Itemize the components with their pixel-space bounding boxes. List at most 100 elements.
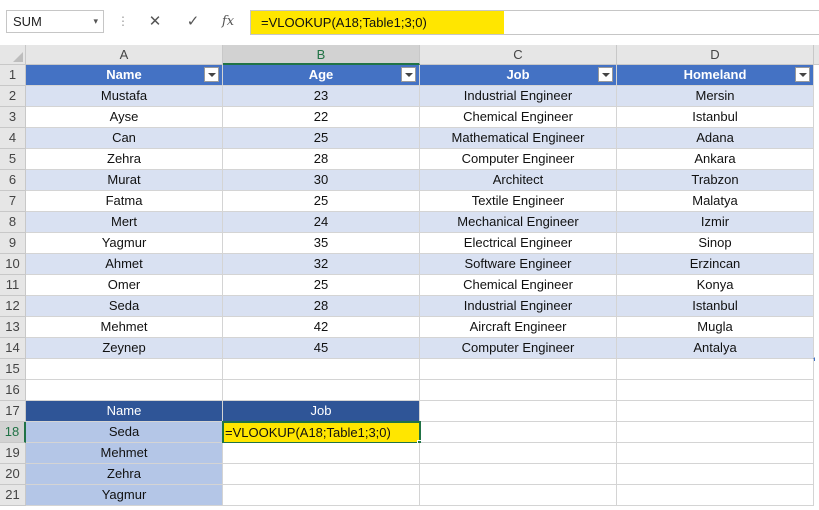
table-cell[interactable]: 22 — [223, 107, 420, 128]
filter-dropdown-icon[interactable] — [598, 67, 613, 82]
row-header[interactable]: 1 — [0, 65, 26, 86]
table-cell[interactable]: Yagmur — [26, 233, 223, 254]
table-cell[interactable]: Textile Engineer — [420, 191, 617, 212]
row-header[interactable]: 20 — [0, 464, 26, 485]
empty-cell[interactable] — [223, 359, 420, 380]
table-cell[interactable]: Industrial Engineer — [420, 86, 617, 107]
table-cell[interactable]: 45 — [223, 338, 420, 359]
active-cell[interactable]: =VLOOKUP(A18;Table1;3;0) — [222, 421, 421, 444]
table-cell[interactable]: 32 — [223, 254, 420, 275]
table-cell[interactable]: 24 — [223, 212, 420, 233]
empty-cell[interactable] — [223, 485, 420, 506]
cancel-icon[interactable]: ✕ — [145, 12, 165, 32]
table-cell[interactable]: Software Engineer — [420, 254, 617, 275]
name-box-dropdown-icon[interactable]: ▾ — [93, 11, 98, 32]
table-cell[interactable]: 35 — [223, 233, 420, 254]
table-cell[interactable]: Aircraft Engineer — [420, 317, 617, 338]
table-cell[interactable]: Industrial Engineer — [420, 296, 617, 317]
empty-cell[interactable] — [617, 359, 814, 380]
table-cell[interactable]: Can — [26, 128, 223, 149]
table-header-homeland[interactable]: Homeland — [617, 65, 814, 86]
row-header[interactable]: 2 — [0, 86, 26, 107]
row-header[interactable]: 9 — [0, 233, 26, 254]
lookup-header-job[interactable]: Job — [223, 401, 420, 422]
row-header[interactable]: 16 — [0, 380, 26, 401]
row-header[interactable]: 10 — [0, 254, 26, 275]
lookup-name-cell[interactable]: Seda — [26, 422, 223, 443]
filter-dropdown-icon[interactable] — [795, 67, 810, 82]
enter-icon[interactable]: ✓ — [183, 12, 203, 32]
table-cell[interactable]: 25 — [223, 128, 420, 149]
row-header[interactable]: 8 — [0, 212, 26, 233]
row-header[interactable]: 3 — [0, 107, 26, 128]
empty-cell[interactable] — [26, 359, 223, 380]
empty-cell[interactable] — [420, 464, 617, 485]
table-header-job[interactable]: Job — [420, 65, 617, 86]
row-header[interactable]: 13 — [0, 317, 26, 338]
lookup-name-cell[interactable]: Yagmur — [26, 485, 223, 506]
column-header-c[interactable]: C — [420, 45, 617, 65]
empty-cell[interactable] — [223, 443, 420, 464]
empty-cell[interactable] — [420, 359, 617, 380]
table-cell[interactable]: Seda — [26, 296, 223, 317]
row-header[interactable]: 5 — [0, 149, 26, 170]
table-header-name[interactable]: Name — [26, 65, 223, 86]
more-options-icon[interactable]: ⋮ — [117, 13, 129, 29]
table-cell[interactable]: 42 — [223, 317, 420, 338]
table-cell[interactable]: Mugla — [617, 317, 814, 338]
table-cell[interactable]: Trabzon — [617, 170, 814, 191]
table-cell[interactable]: Omer — [26, 275, 223, 296]
column-header-e[interactable] — [814, 45, 819, 65]
table-cell[interactable]: Ahmet — [26, 254, 223, 275]
table-cell[interactable]: 28 — [223, 296, 420, 317]
empty-cell[interactable] — [617, 422, 814, 443]
row-header[interactable]: 11 — [0, 275, 26, 296]
row-header[interactable]: 19 — [0, 443, 26, 464]
table-cell[interactable]: Mehmet — [26, 317, 223, 338]
filter-dropdown-icon[interactable] — [401, 67, 416, 82]
table-cell[interactable]: Mustafa — [26, 86, 223, 107]
column-header-a[interactable]: A — [26, 45, 223, 65]
table-header-age[interactable]: Age — [223, 65, 420, 86]
table-cell[interactable]: 30 — [223, 170, 420, 191]
lookup-name-cell[interactable]: Zehra — [26, 464, 223, 485]
table-cell[interactable]: Mathematical Engineer — [420, 128, 617, 149]
table-cell[interactable]: 25 — [223, 275, 420, 296]
empty-cell[interactable] — [420, 380, 617, 401]
row-header[interactable]: 7 — [0, 191, 26, 212]
lookup-name-cell[interactable]: Mehmet — [26, 443, 223, 464]
row-header[interactable]: 18 — [0, 422, 26, 443]
row-header[interactable]: 12 — [0, 296, 26, 317]
column-header-d[interactable]: D — [617, 45, 814, 65]
table-cell[interactable]: Antalya — [617, 338, 814, 359]
row-header[interactable]: 21 — [0, 485, 26, 506]
table-cell[interactable]: Computer Engineer — [420, 338, 617, 359]
table-cell[interactable]: 25 — [223, 191, 420, 212]
table-cell[interactable]: Zehra — [26, 149, 223, 170]
row-header[interactable]: 6 — [0, 170, 26, 191]
formula-input[interactable]: =VLOOKUP(A18;Table1;3;0) — [250, 10, 819, 35]
table-cell[interactable]: Mersin — [617, 86, 814, 107]
table-cell[interactable]: Electrical Engineer — [420, 233, 617, 254]
row-header[interactable]: 15 — [0, 359, 26, 380]
empty-cell[interactable] — [617, 401, 814, 422]
insert-function-icon[interactable]: fx — [218, 12, 238, 32]
table-cell[interactable]: Chemical Engineer — [420, 275, 617, 296]
empty-cell[interactable] — [223, 464, 420, 485]
name-box[interactable]: SUM ▾ — [6, 10, 104, 33]
table-cell[interactable]: 28 — [223, 149, 420, 170]
empty-cell[interactable] — [617, 380, 814, 401]
empty-cell[interactable] — [223, 380, 420, 401]
table-cell[interactable]: Erzincan — [617, 254, 814, 275]
empty-cell[interactable] — [617, 485, 814, 506]
table-cell[interactable]: Istanbul — [617, 107, 814, 128]
table-cell[interactable]: Ankara — [617, 149, 814, 170]
table-cell[interactable]: Sinop — [617, 233, 814, 254]
select-all-corner[interactable] — [0, 45, 26, 65]
row-header[interactable]: 14 — [0, 338, 26, 359]
table-cell[interactable]: Architect — [420, 170, 617, 191]
empty-cell[interactable] — [420, 443, 617, 464]
column-header-b[interactable]: B — [223, 45, 420, 65]
filter-dropdown-icon[interactable] — [204, 67, 219, 82]
table-cell[interactable]: Ayse — [26, 107, 223, 128]
